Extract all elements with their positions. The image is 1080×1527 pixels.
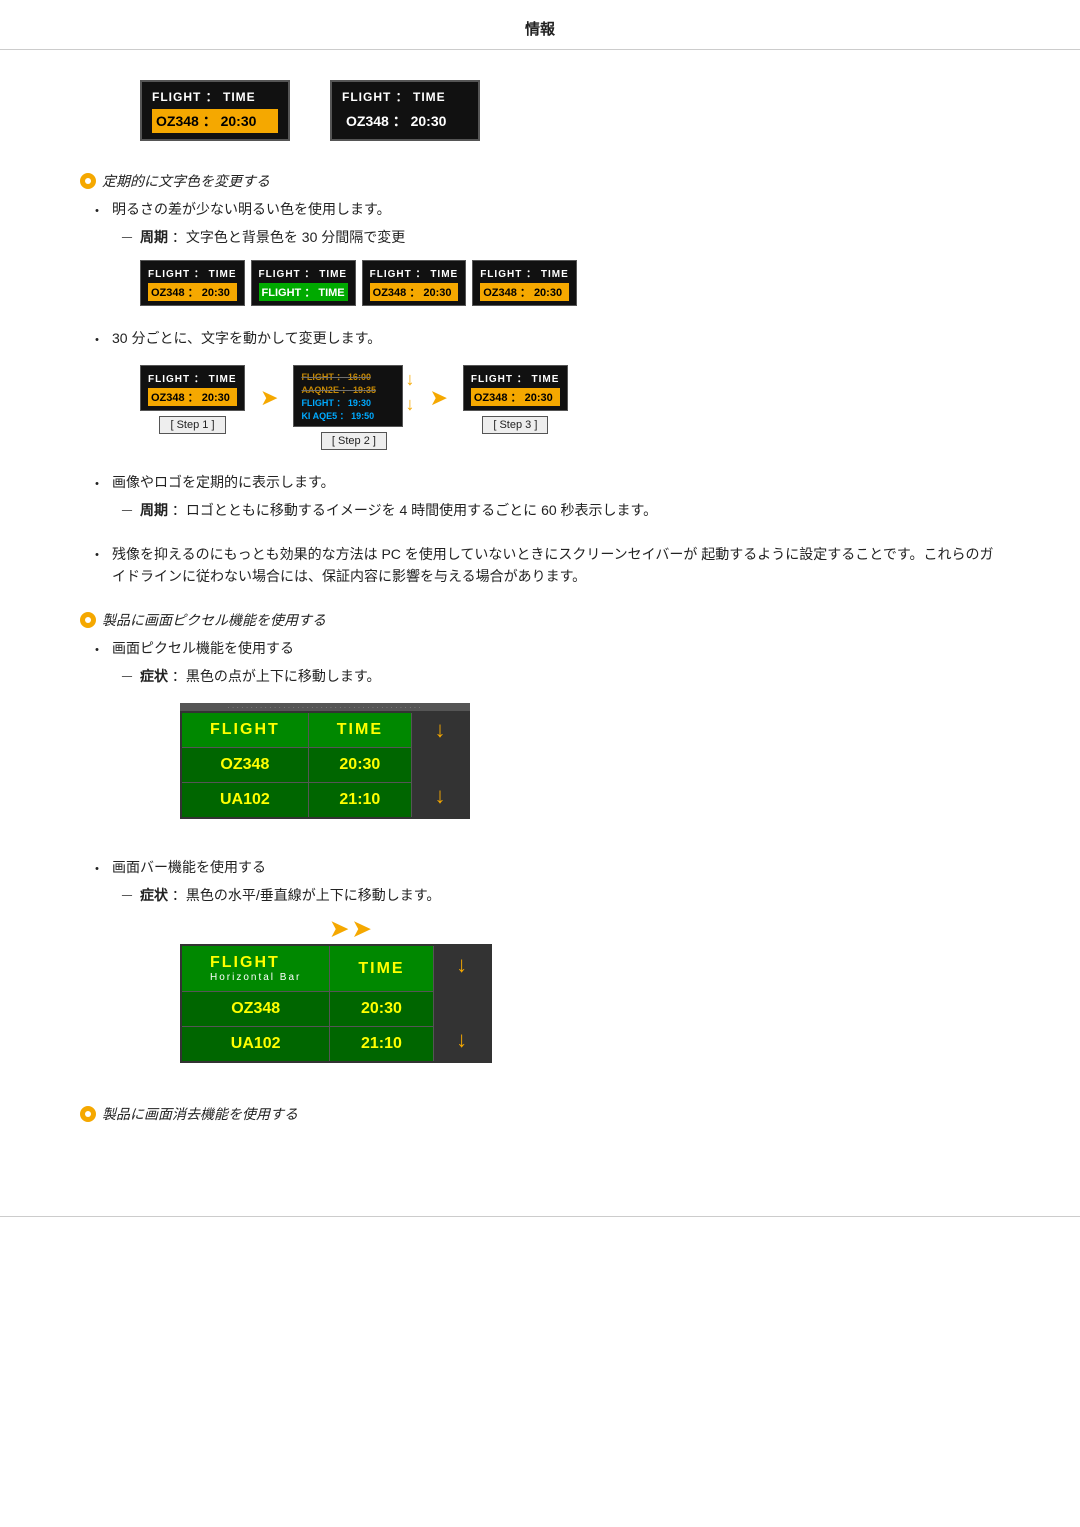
bullet-brightness: ・ 明るさの差が少ない明るい色を使用します。: [80, 199, 1000, 221]
section-pixel-heading: 製品に画面ピクセル機能を使用する ・ 画面ピクセル機能を使用する － 症状 ：黒…: [80, 610, 1000, 836]
section-hbar: ・ 画面バー機能を使用する － 症状 ：黒色の水平/垂直線が上下に移動します。 …: [80, 857, 1000, 1082]
hbar-sub-label: Horizontal Bar: [210, 972, 301, 983]
main-content: FLIGHT ： TIME OZ348 ： 20:30 FLIGHT ： TIM…: [0, 50, 1080, 1186]
step2-label: [ Step 2 ]: [321, 432, 387, 450]
sub-symptom-pixel: － 症状 ：黒色の点が上下に移動します。: [80, 666, 1000, 687]
hbar-flight-label: FLIGHT: [210, 954, 280, 972]
hbar-table: FLIGHT Horizontal Bar TIME ↓ OZ348 20:30: [180, 944, 492, 1063]
flight-box-2-data: OZ348 ： 20:30: [342, 109, 468, 133]
step-3-box: FLIGHT ： TIME OZ348 ： 20:30 [ Step 3 ]: [463, 365, 568, 434]
step-2-box: FLIGHT ： 16:00AAQN2E ： 19:35 FLIGHT ： 19…: [293, 365, 414, 450]
flight-box-2-header: FLIGHT ： TIME: [342, 88, 468, 105]
flight-box-1-data: OZ348 ： 20:30: [152, 109, 278, 133]
hbar-row2-flight: UA102: [181, 1027, 330, 1063]
pixel-table-row1-flight: OZ348: [181, 748, 308, 783]
sub-cycle-1: － 周期 ：文字色と背景色を 30 分間隔で変更: [80, 227, 1000, 248]
pixel-dots-top: ········································…: [180, 703, 470, 711]
orange-dot-icon-2: [80, 612, 96, 628]
bullet-screensaver: ・ 残像を抑えるのにもっとも効果的な方法は PC を使用していないときにスクリー…: [80, 543, 1000, 588]
hbar-row1-time: 20:30: [330, 992, 433, 1027]
step1-arrow-icon: ➤: [260, 385, 278, 411]
step2-arrow-icon: ➤: [429, 385, 447, 411]
step1-label: [ Step 1 ]: [159, 416, 225, 434]
demo-box-4: FLIGHT ： TIME OZ348 ： 20:30: [472, 260, 577, 306]
pixel-table-header-flight: FLIGHT: [181, 712, 308, 748]
hbar-table-header-time: TIME: [330, 945, 433, 992]
pixel-table-header-time: TIME: [308, 712, 411, 748]
pixel-table-right-arrow: ↓: [416, 717, 464, 743]
step-1-box: FLIGHT ： TIME OZ348 ： 20:30 [ Step 1 ]: [140, 365, 245, 434]
orange-dot-icon-1: [80, 173, 96, 189]
page-footer: [0, 1216, 1080, 1236]
pixel-table: FLIGHT TIME ↓ OZ348 20:30 UA102: [180, 711, 470, 819]
sub-label-symptom1: 症状: [140, 668, 168, 684]
demo-box-1: FLIGHT ： TIME OZ348 ： 20:30: [140, 260, 245, 306]
bullet-30min: ・ 30 分ごとに、文字を動かして変更します。: [80, 328, 1000, 350]
orange-dot-icon-3: [80, 1106, 96, 1122]
step2-arrow-down-1: ↓: [405, 369, 414, 390]
hbar-table-header-flight: FLIGHT Horizontal Bar: [181, 945, 330, 992]
step3-display: FLIGHT ： TIME OZ348 ： 20:30: [463, 365, 568, 411]
orange-heading-1: 定期的に文字色を変更する: [80, 171, 1000, 191]
orange-heading-2: 製品に画面ピクセル機能を使用する: [80, 610, 1000, 630]
sub-label-cycle1: 周期: [140, 229, 168, 245]
hbar-row1-flight: OZ348: [181, 992, 330, 1027]
steps-row: FLIGHT ： TIME OZ348 ： 20:30 [ Step 1 ] ➤…: [80, 365, 1000, 450]
pixel-table-row2-time: 21:10: [308, 783, 411, 819]
hbar-arrow-right-1: ➤: [330, 916, 348, 942]
sub-symptom-hbar: － 症状 ：黒色の水平/垂直線が上下に移動します。: [80, 885, 1000, 906]
orange-heading-3: 製品に画面消去機能を使用する: [80, 1104, 1000, 1124]
bullet-hbar: ・ 画面バー機能を使用する: [80, 857, 1000, 879]
demo-box-2: FLIGHT ： TIME FLIGHT ： TIME: [251, 260, 356, 306]
section-logo: ・ 画像やロゴを定期的に表示します。 － 周期 ：ロゴとともに移動するイメージを…: [80, 472, 1000, 521]
hbar-arrows-above: ➤ ➤: [180, 916, 1000, 942]
step1-display: FLIGHT ： TIME OZ348 ： 20:30: [140, 365, 245, 411]
section-screen-clear-heading: 製品に画面消去機能を使用する: [80, 1104, 1000, 1124]
demo-box-3: FLIGHT ： TIME OZ348 ： 20:30: [362, 260, 467, 306]
demo-boxes-row: FLIGHT ： TIME OZ348 ： 20:30 FLIGHT ： TIM…: [80, 260, 1000, 306]
sub-label-cycle-logo: 周期: [140, 502, 168, 518]
bullet-dot-1: ・: [90, 201, 104, 221]
section-30min: ・ 30 分ごとに、文字を動かして変更します。 FLIGHT ： TIME OZ…: [80, 328, 1000, 450]
top-displays: FLIGHT ： TIME OZ348 ： 20:30 FLIGHT ： TIM…: [80, 80, 1000, 141]
hbar-right-arrow-1: ↓: [438, 952, 486, 978]
hbar-arrow-right-2: ➤: [352, 916, 370, 942]
pixel-table-right-arrow-2: ↓: [416, 783, 464, 809]
bullet-logo: ・ 画像やロゴを定期的に表示します。: [80, 472, 1000, 494]
flight-box-2: FLIGHT ： TIME OZ348 ： 20:30: [330, 80, 480, 141]
step2-display: FLIGHT ： 16:00AAQN2E ： 19:35 FLIGHT ： 19…: [293, 365, 403, 427]
pixel-table-row2-flight: UA102: [181, 783, 308, 819]
hbar-row2-time: 21:10: [330, 1027, 433, 1063]
sub-cycle-logo: － 周期 ：ロゴとともに移動するイメージを 4 時間使用するごとに 60 秒表示…: [80, 500, 1000, 521]
pixel-table-row1-time: 20:30: [308, 748, 411, 783]
hbar-right-arrow-2: ↓: [438, 1027, 486, 1053]
flight-box-1: FLIGHT ： TIME OZ348 ： 20:30: [140, 80, 290, 141]
bullet-pixel: ・ 画面ピクセル機能を使用する: [80, 638, 1000, 660]
section-periodic-color: 定期的に文字色を変更する ・ 明るさの差が少ない明るい色を使用します。 － 周期…: [80, 171, 1000, 306]
step3-label: [ Step 3 ]: [482, 416, 548, 434]
sub-label-symptom2: 症状: [140, 887, 168, 903]
section-screensaver: ・ 残像を抑えるのにもっとも効果的な方法は PC を使用していないときにスクリー…: [80, 543, 1000, 588]
step2-arrow-down-2: ↓: [405, 394, 414, 415]
page-title: 情報: [0, 0, 1080, 50]
flight-box-1-header: FLIGHT ： TIME: [152, 88, 278, 105]
header-title-text: 情報: [525, 21, 555, 38]
